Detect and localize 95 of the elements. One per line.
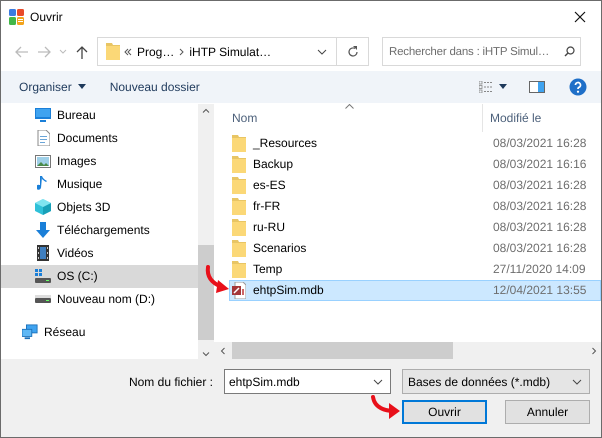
sidebar-item[interactable]: Images	[1, 150, 198, 173]
sidebar-item[interactable]: Bureau	[1, 104, 198, 127]
up-arrow-icon	[75, 44, 89, 59]
modified-date: 27/11/2020 14:09	[492, 262, 586, 276]
film-icon	[37, 245, 49, 262]
address-bar[interactable]: Prog… iHTP Simulat…	[97, 37, 369, 66]
search-field[interactable]: Rechercher dans : iHTP Simul…	[382, 37, 581, 66]
caret-down-icon	[499, 84, 507, 90]
window-title: Ouvrir	[30, 10, 64, 24]
file-row[interactable]: es-ES 08/03/2021 16:28	[229, 174, 601, 196]
file-row[interactable]: ru-RU 08/03/2021 16:28	[229, 216, 601, 238]
open-button[interactable]: Ouvrir	[402, 400, 487, 424]
file-name: ehtpSim.mdb	[253, 283, 324, 298]
file-name: fr-FR	[253, 199, 280, 214]
image-icon	[35, 154, 51, 168]
file-row[interactable]: ehtpSim.mdb 12/04/2021 13:55	[229, 280, 601, 301]
document-icon	[36, 130, 50, 146]
file-name: es-ES	[253, 178, 286, 192]
sidebar-item[interactable]: Documents	[1, 126, 198, 150]
sidebar-item[interactable]: Téléchargements	[1, 218, 198, 242]
desktop-icon	[35, 108, 51, 122]
file-row[interactable]: fr-FR 08/03/2021 16:28	[229, 196, 601, 217]
file-name: Backup	[253, 157, 294, 172]
double-chevron-icon	[124, 48, 132, 56]
organize-button[interactable]: Organiser	[13, 74, 92, 99]
folder-icon	[232, 134, 246, 152]
details-view-icon	[479, 80, 493, 93]
modified-date: 08/03/2021 16:28	[492, 241, 586, 256]
scroll-right-icon	[592, 346, 597, 355]
breadcrumb-segment[interactable]: iHTP Simulat…	[184, 44, 276, 59]
breadcrumb-segment[interactable]: Prog…	[132, 44, 180, 59]
close-icon	[574, 10, 586, 23]
scrollbar-thumb[interactable]	[232, 342, 453, 360]
scroll-left-icon	[220, 346, 225, 355]
sidebar-item[interactable]: Objets 3D	[1, 196, 198, 219]
download-arrow-icon	[35, 222, 51, 238]
refresh-icon	[346, 46, 358, 58]
new-folder-button[interactable]: Nouveau dossier	[104, 74, 206, 99]
cancel-button[interactable]: Annuler	[505, 400, 590, 424]
caret-down-icon	[78, 84, 86, 90]
scroll-down-icon	[202, 352, 210, 358]
dropdown-caret-icon	[373, 378, 383, 385]
sidebar-item[interactable]: Vidéos	[1, 242, 198, 265]
modified-date: 12/04/2021 13:55	[492, 283, 586, 298]
music-note-icon	[37, 176, 49, 192]
folder-icon	[232, 260, 246, 278]
forward-arrow-icon	[36, 44, 52, 59]
file-row[interactable]: _Resources 08/03/2021 16:28	[229, 132, 601, 154]
drive-icon	[35, 269, 51, 284]
sidebar-item[interactable]: OS (C:)	[1, 264, 198, 288]
modified-date: 08/03/2021 16:28	[492, 178, 586, 192]
file-name: ru-RU	[253, 220, 285, 234]
file-row[interactable]: Temp 27/11/2020 14:09	[229, 258, 601, 280]
field-label: Nom du fichier :	[128, 374, 213, 389]
column-header[interactable]: Nom	[214, 104, 483, 132]
file-name: Scenarios	[253, 241, 306, 256]
file-row[interactable]: Scenarios 08/03/2021 16:28	[229, 238, 601, 259]
file-type-dropdown[interactable]: Bases de données (*.mdb)	[402, 369, 590, 394]
sidebar-item[interactable]: Musique	[1, 172, 198, 196]
scroll-up-icon	[202, 108, 210, 113]
back-arrow-icon	[14, 44, 30, 59]
sidebar-item[interactable]: Nouveau nom (D:)	[1, 288, 198, 311]
folder-icon	[232, 218, 246, 236]
pointer-arrow	[371, 395, 400, 419]
file-name: _Resources	[253, 136, 318, 150]
chevron-icon	[179, 48, 184, 56]
modified-date: 08/03/2021 16:16	[492, 157, 586, 172]
scrollbar-thumb[interactable]	[198, 245, 214, 340]
preview-pane-icon	[529, 80, 545, 93]
cube-icon	[35, 199, 51, 216]
drive-icon	[35, 295, 51, 304]
dropdown-caret-icon	[572, 378, 582, 385]
database-file-icon	[232, 282, 246, 299]
sort-ascending-icon	[345, 104, 354, 109]
pointer-arrow	[206, 265, 229, 293]
folder-icon	[106, 43, 120, 60]
modified-date: 08/03/2021 16:28	[492, 136, 586, 150]
dropdown-caret-icon	[317, 48, 327, 55]
folder-icon	[232, 240, 246, 257]
sidebar-item[interactable]: Réseau	[1, 320, 198, 344]
modified-date: 08/03/2021 16:28	[492, 199, 586, 214]
file-row[interactable]: Backup 08/03/2021 16:16	[229, 154, 601, 175]
file-name: Temp	[253, 262, 282, 276]
network-icon	[22, 324, 38, 340]
folder-icon	[232, 198, 246, 215]
app-icon	[9, 8, 25, 25]
folder-icon	[232, 156, 246, 173]
horizontal-scrollbar[interactable]	[214, 342, 601, 360]
column-header[interactable]: Modifié le	[483, 104, 542, 132]
vertical-scrollbar[interactable]	[198, 104, 214, 360]
filename-field[interactable]: ehtpSim.mdb	[224, 369, 391, 394]
folder-icon	[232, 176, 246, 194]
modified-date: 08/03/2021 16:28	[492, 220, 586, 234]
help-icon	[569, 78, 587, 96]
search-icon	[564, 46, 575, 58]
